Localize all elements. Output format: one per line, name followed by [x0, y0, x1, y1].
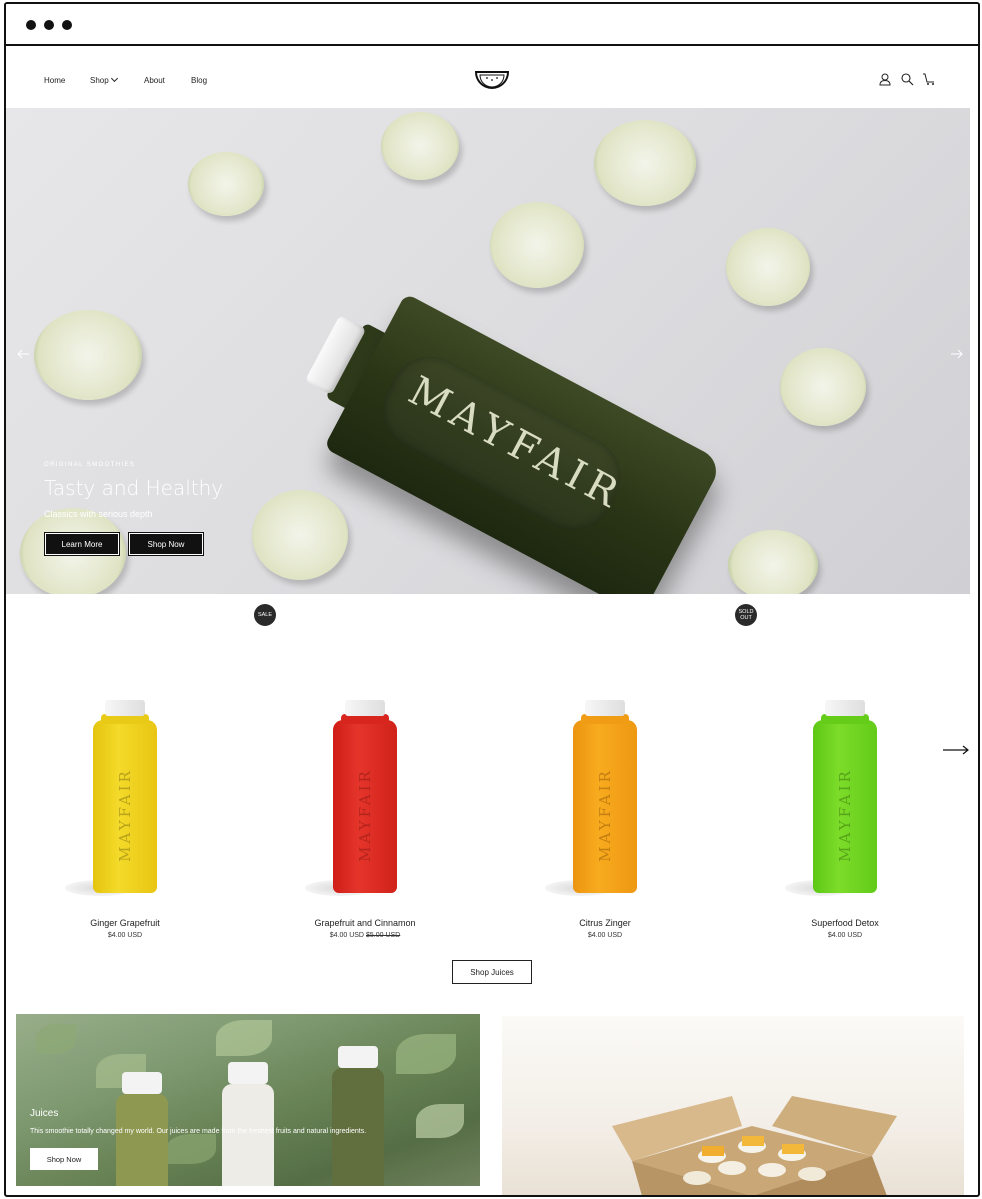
arrow-right-icon[interactable]: [950, 348, 964, 360]
bottle-label: MAYFAIR: [813, 760, 877, 870]
cucumber-slice: [728, 530, 818, 594]
browser-window: Home Shop About Blog MAYFAIR ORIGINAL SM…: [4, 2, 980, 1197]
bottle-cap: [345, 700, 385, 716]
bottle-label: MAYFAIR: [333, 760, 397, 870]
cucumber-slice: [726, 228, 810, 306]
product-price: $4.00 USD: [25, 932, 225, 939]
learn-more-button[interactable]: Learn More: [44, 532, 120, 556]
sold-out-badge: SOLD OUT: [735, 604, 757, 626]
browser-titlebar: [6, 4, 978, 46]
product-name[interactable]: Superfood Detox: [745, 918, 945, 928]
price-current: $4.00 USD: [587, 932, 623, 939]
hero-eyebrow: ORIGINAL SMOOTHIES: [44, 462, 136, 468]
product-card[interactable]: MAYFAIR Citrus Zinger $4.00 USD: [505, 700, 705, 940]
window-dot-icon[interactable]: [62, 20, 72, 30]
cucumber-slice: [252, 490, 348, 580]
bottle-cap: [825, 700, 865, 716]
collection-description: This smoothie totally changed my world. …: [30, 1128, 367, 1135]
cucumber-slice: [594, 120, 696, 206]
collection-tile-box[interactable]: [502, 1016, 964, 1195]
hero-slideshow[interactable]: MAYFAIR ORIGINAL SMOOTHIES Tasty and Hea…: [6, 108, 970, 594]
nav-shop-label: Shop: [90, 76, 109, 85]
nav-about[interactable]: About: [144, 76, 165, 85]
price-current: $4.00 USD: [107, 932, 143, 939]
window-dot-icon[interactable]: [44, 20, 54, 30]
cucumber-slice: [490, 202, 584, 288]
sale-badge: SALE: [254, 604, 276, 626]
bottle-label: MAYFAIR: [93, 760, 157, 870]
cucumber-slice: [780, 348, 866, 426]
shop-now-button[interactable]: Shop Now: [30, 1148, 98, 1170]
arrow-right-icon[interactable]: [942, 744, 970, 756]
collection-title: Juices: [30, 1108, 59, 1119]
watermelon-logo-icon[interactable]: [474, 68, 510, 92]
product-price: $4.00 USD: [745, 932, 945, 939]
cardboard-box-image: [612, 1096, 897, 1195]
bottle-label: MAYFAIR: [573, 760, 637, 870]
bottle-brand-word: MAYFAIR: [356, 768, 374, 862]
product-image[interactable]: MAYFAIR: [813, 700, 877, 895]
shop-now-button[interactable]: Shop Now: [128, 532, 204, 556]
product-price: $4.00 USD $5.00 USD: [265, 932, 465, 939]
window-dot-icon[interactable]: [26, 20, 36, 30]
site-header: Home Shop About Blog: [6, 48, 978, 108]
product-image[interactable]: MAYFAIR: [573, 700, 637, 895]
product-image[interactable]: MAYFAIR: [93, 700, 157, 895]
product-name[interactable]: Citrus Zinger: [505, 918, 705, 928]
nav-blog[interactable]: Blog: [191, 76, 207, 85]
product-image[interactable]: MAYFAIR: [333, 700, 397, 895]
cart-icon[interactable]: [922, 72, 936, 86]
product-name[interactable]: Grapefruit and Cinnamon: [265, 918, 465, 928]
search-icon[interactable]: [900, 72, 914, 86]
user-icon[interactable]: [878, 72, 892, 86]
bottle-brand-word: MAYFAIR: [596, 768, 614, 862]
bottle-brand-word: MAYFAIR: [836, 768, 854, 862]
nav-shop[interactable]: Shop: [90, 74, 118, 85]
price-compare: $5.00 USD: [366, 932, 401, 939]
product-name[interactable]: Ginger Grapefruit: [25, 918, 225, 928]
chevron-down-icon: [110, 74, 118, 83]
hero-title: Tasty and Healthy: [44, 476, 224, 500]
product-card[interactable]: MAYFAIR Ginger Grapefruit $4.00 USD: [25, 700, 225, 940]
bottle-cap: [585, 700, 625, 716]
cucumber-slice: [34, 310, 142, 400]
bottle-brand-word: MAYFAIR: [116, 768, 134, 862]
collection-tile-juices[interactable]: Juices This smoothie totally changed my …: [16, 1014, 480, 1186]
price-current: $4.00 USD: [827, 932, 863, 939]
cucumber-slice: [188, 152, 264, 216]
shop-juices-button[interactable]: Shop Juices: [452, 960, 532, 984]
product-card[interactable]: MAYFAIR Grapefruit and Cinnamon $4.00 US…: [265, 700, 465, 940]
hero-subtitle: Classics with serious depth: [44, 509, 153, 519]
cucumber-slice: [381, 112, 459, 180]
bottle-cap: [105, 700, 145, 716]
nav-home[interactable]: Home: [44, 76, 65, 85]
product-card[interactable]: MAYFAIR Superfood Detox $4.00 USD: [745, 700, 945, 940]
product-price: $4.00 USD: [505, 932, 705, 939]
hero-bottle-image: MAYFAIR: [288, 274, 724, 594]
arrow-left-icon[interactable]: [16, 348, 30, 360]
price-current: $4.00 USD: [329, 932, 364, 939]
